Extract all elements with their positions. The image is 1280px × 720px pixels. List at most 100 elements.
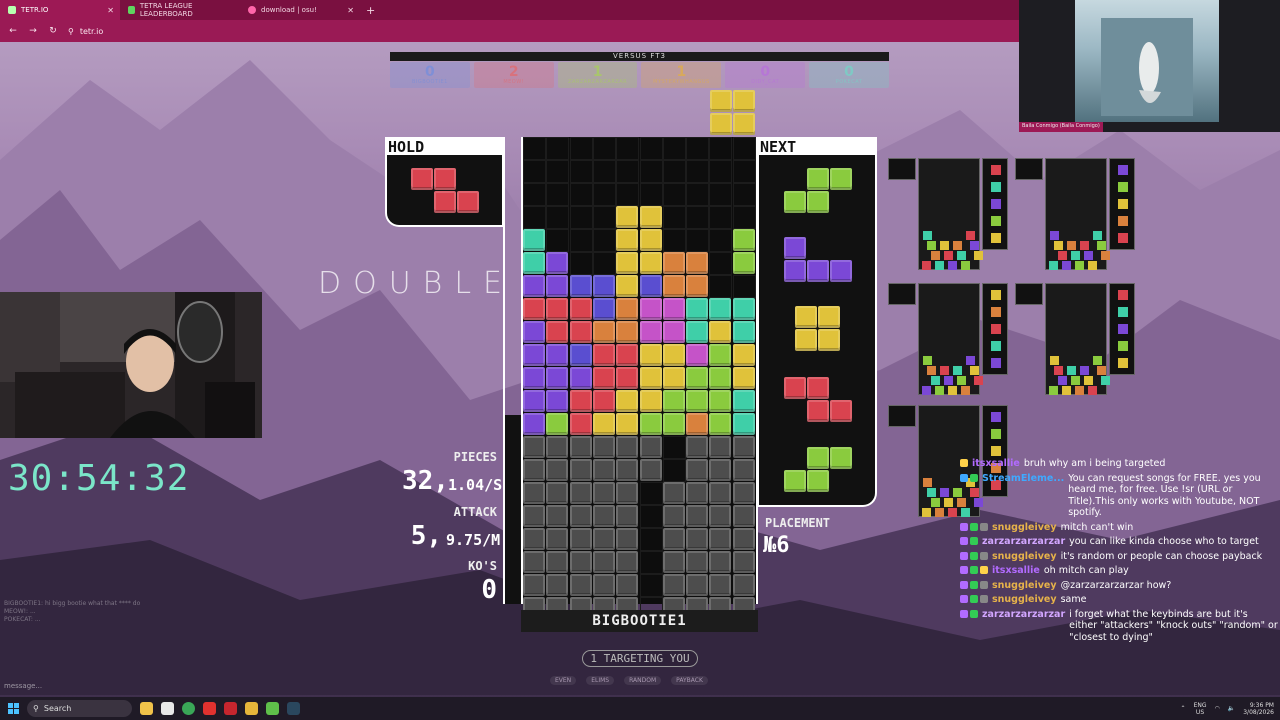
block [686, 390, 709, 412]
app-green-icon[interactable] [266, 702, 279, 715]
chat-username[interactable]: zarzarzarzarzar [982, 536, 1065, 548]
reload-icon[interactable]: ↻ [48, 26, 58, 36]
search-placeholder: Search [43, 704, 72, 713]
tab-tetrio[interactable]: TETR.IO ✕ [0, 0, 120, 20]
chat-username[interactable]: snuggleivey [992, 551, 1057, 563]
tab-leaderboard[interactable]: TETRA LEAGUE LEADERBOARD [120, 0, 240, 20]
strategy-elims[interactable]: ELIMS [586, 676, 615, 685]
youtube-icon[interactable] [203, 702, 216, 715]
garbage-block [732, 505, 755, 527]
chat-username[interactable]: snuggleivey [992, 594, 1057, 606]
taskbar-search[interactable]: ⚲ Search [27, 700, 132, 717]
chat-username[interactable]: snuggleivey [992, 580, 1057, 592]
windows-taskbar: ⚲ Search ⌃ ENG US ◠ 🔈 9:36 PM 3/08/2026 [0, 697, 1280, 720]
notepad-icon[interactable] [161, 702, 174, 715]
grid-cell [639, 160, 663, 183]
next-block [784, 377, 806, 399]
opponent-next-block [1118, 216, 1128, 226]
file-explorer-icon[interactable] [140, 702, 153, 715]
album-art-image [1101, 18, 1193, 116]
chat-username[interactable]: itsxsallie [992, 565, 1040, 577]
grid-cell [686, 229, 710, 252]
chevron-up-icon[interactable]: ⌃ [1181, 705, 1186, 712]
block [709, 298, 732, 320]
steam-icon[interactable] [287, 702, 300, 715]
strategy-payback[interactable]: PAYBACK [671, 676, 708, 685]
grid-cell [709, 183, 733, 206]
chat-username[interactable]: StreamEleme... [982, 473, 1064, 519]
game-board [521, 137, 758, 620]
garbage-block [686, 528, 709, 550]
next-block [830, 260, 852, 282]
opponent-block [940, 366, 949, 375]
block [662, 252, 685, 274]
opponent-block [927, 488, 936, 497]
chat-message: zarzarzarzarzar you can like kinda choose… [960, 536, 1278, 548]
garbage-block [686, 574, 709, 596]
block [523, 344, 545, 366]
block [616, 367, 639, 389]
garbage-block [592, 528, 615, 550]
strategy-even[interactable]: EVEN [550, 676, 577, 685]
grid-cell [569, 229, 593, 252]
back-arrow-icon[interactable]: ← [8, 26, 18, 36]
opponent-block [1084, 376, 1093, 385]
close-tab-icon[interactable]: ✕ [347, 6, 354, 15]
garbage-block [523, 436, 545, 458]
volume-icon[interactable]: 🔈 [1228, 705, 1235, 712]
block [732, 252, 755, 274]
wifi-icon[interactable]: ◠ [1215, 705, 1220, 712]
chat-username[interactable]: itsxsallie [972, 458, 1020, 470]
chrome-icon[interactable] [182, 702, 195, 715]
score-mysterywhangus: 1 MYSTERYWHANGUS [641, 62, 722, 88]
opponent-block [1058, 251, 1067, 260]
next-queue-panel [757, 155, 877, 507]
block [523, 229, 545, 251]
opponent-next-block [991, 233, 1001, 243]
forward-arrow-icon[interactable]: → [28, 26, 38, 36]
next-block [830, 400, 852, 422]
opponent-block [935, 386, 944, 395]
garbage-block [616, 574, 639, 596]
opponent-next-block [991, 412, 1001, 422]
close-tab-icon[interactable]: ✕ [107, 6, 114, 15]
new-tab-button[interactable]: + [360, 4, 381, 17]
grid-cell [686, 183, 710, 206]
block [686, 367, 709, 389]
clock[interactable]: 9:36 PM 3/08/2026 [1243, 702, 1274, 716]
pieces-label: PIECES [453, 450, 497, 464]
opponent-next-block [991, 216, 1001, 226]
grid-cell [732, 275, 756, 298]
block [523, 390, 545, 412]
garbage-block [709, 436, 732, 458]
windows-start-icon[interactable] [8, 703, 19, 714]
block [732, 229, 755, 251]
opponent-next-block [1118, 182, 1128, 192]
app-yellow-icon[interactable] [245, 702, 258, 715]
opponent-next-block [1118, 358, 1128, 368]
app-red-icon[interactable] [224, 702, 237, 715]
grid-cell [639, 183, 663, 206]
strategy-random[interactable]: RANDOM [624, 676, 662, 685]
grid-cell [709, 160, 733, 183]
chat-username[interactable]: zarzarzarzarzar [982, 609, 1065, 644]
opponent-block [966, 231, 975, 240]
site-settings-icon[interactable]: ⚲ [68, 27, 74, 36]
block [592, 367, 615, 389]
match-title: VERSUS FT3 [390, 52, 889, 61]
language-indicator[interactable]: ENG US [1194, 702, 1207, 716]
chat-username[interactable]: snuggleivey [992, 522, 1057, 534]
badge-icon [970, 566, 978, 574]
badge-icon [970, 595, 978, 603]
grid-cell [569, 183, 593, 206]
opponent-block [1067, 366, 1076, 375]
ingame-chat-input[interactable]: message... [4, 682, 42, 690]
block [616, 413, 639, 435]
block [662, 413, 685, 435]
garbage-block [709, 482, 732, 504]
url-field[interactable]: ⚲ tetr.io [68, 27, 103, 36]
garbage-block [569, 482, 592, 504]
tab-osu-download[interactable]: download | osu! ✕ [240, 0, 360, 20]
player-tag: MYSTERYWHANGUS [653, 79, 710, 85]
grid-cell [569, 252, 593, 275]
